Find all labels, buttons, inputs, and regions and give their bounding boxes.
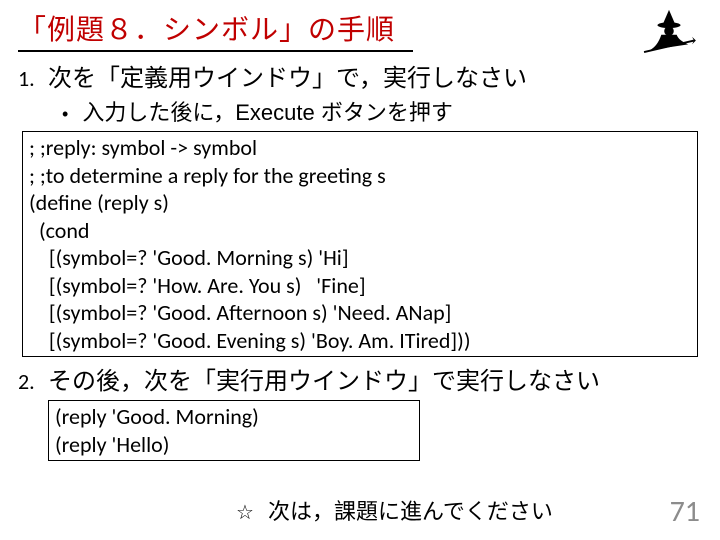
- code-line: (reply 'Good. Morning): [55, 403, 413, 431]
- code-line: [(symbol=? 'Good. Morning s) 'Hi]: [29, 244, 691, 272]
- star-icon: ☆: [236, 500, 254, 525]
- step-1-text: 次を「定義用ウインドウ」で，実行しなさい: [48, 58, 527, 93]
- step-1: 1. 次を「定義用ウインドウ」で，実行しなさい: [0, 58, 720, 93]
- bullet-dot: •: [62, 104, 68, 125]
- page-title: 「例題８．シンボル」の手順: [0, 0, 720, 50]
- code-block-1: ; ;reply: symbol -> symbol ; ;to determi…: [22, 131, 698, 357]
- footer-note: ☆ 次は，課題に進んでください: [236, 494, 553, 526]
- code-line: (reply 'Hello): [55, 431, 413, 459]
- step-1-number: 1.: [18, 65, 40, 92]
- page-number: 71: [670, 493, 700, 530]
- step-2-text: その後，次を「実行用ウインドウ」で実行しなさい: [48, 361, 600, 396]
- code-line: ; ;reply: symbol -> symbol: [29, 134, 691, 162]
- code-line: [(symbol=? 'Good. Afternoon s) 'Need. AN…: [29, 299, 691, 327]
- code-line: (cond: [29, 217, 691, 245]
- code-line: (define (reply s): [29, 189, 691, 217]
- code-line: [(symbol=? 'How. Are. You s) 'Fine]: [29, 272, 691, 300]
- code-line: [(symbol=? 'Good. Evening s) 'Boy. Am. I…: [29, 327, 691, 355]
- footer-note-text: 次は，課題に進んでください: [268, 494, 553, 526]
- step-1-bullet-text: 入力した後に，Execute ボタンを押す: [82, 95, 453, 127]
- step-2: 2. その後，次を「実行用ウインドウ」で実行しなさい: [0, 361, 720, 396]
- code-line: ; ;to determine a reply for the greeting…: [29, 162, 691, 190]
- code-block-2: (reply 'Good. Morning) (reply 'Hello): [48, 400, 420, 461]
- step-1-bullet: • 入力した後に，Execute ボタンを押す: [0, 95, 720, 127]
- title-underline: [18, 50, 413, 52]
- witch-icon: [640, 6, 698, 54]
- step-2-number: 2.: [18, 368, 40, 395]
